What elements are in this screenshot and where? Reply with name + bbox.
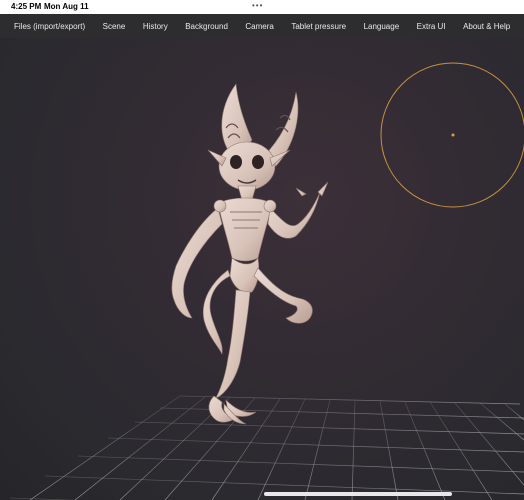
menu-extra-ui[interactable]: Extra UI xyxy=(411,22,452,31)
brush-radius-ring-icon[interactable] xyxy=(380,62,524,208)
menu-scene[interactable]: Scene xyxy=(97,22,132,31)
status-time: 4:25 PM xyxy=(11,2,42,11)
menu-about-help[interactable]: About & Help xyxy=(457,22,516,31)
multitask-dots-icon[interactable]: ••• xyxy=(252,1,263,10)
creature-sculpt-model[interactable] xyxy=(171,83,329,425)
menu-background[interactable]: Background xyxy=(179,22,234,31)
menu-files[interactable]: Files (import/export) xyxy=(8,22,91,31)
menu-language[interactable]: Language xyxy=(358,22,406,31)
home-indicator[interactable] xyxy=(264,492,452,496)
status-bar: 4:25 PM Mon Aug 11 ••• xyxy=(0,0,524,14)
menu-history[interactable]: History xyxy=(137,22,174,31)
menu-camera[interactable]: Camera xyxy=(239,22,279,31)
status-date: Mon Aug 11 xyxy=(44,2,89,11)
top-menu-bar: Files (import/export) Scene History Back… xyxy=(0,14,524,38)
menu-tablet-pressure[interactable]: Tablet pressure xyxy=(285,22,352,31)
ground-grid xyxy=(9,395,524,500)
sculpt-viewport[interactable] xyxy=(0,38,524,500)
viewport-canvas[interactable] xyxy=(0,38,524,500)
